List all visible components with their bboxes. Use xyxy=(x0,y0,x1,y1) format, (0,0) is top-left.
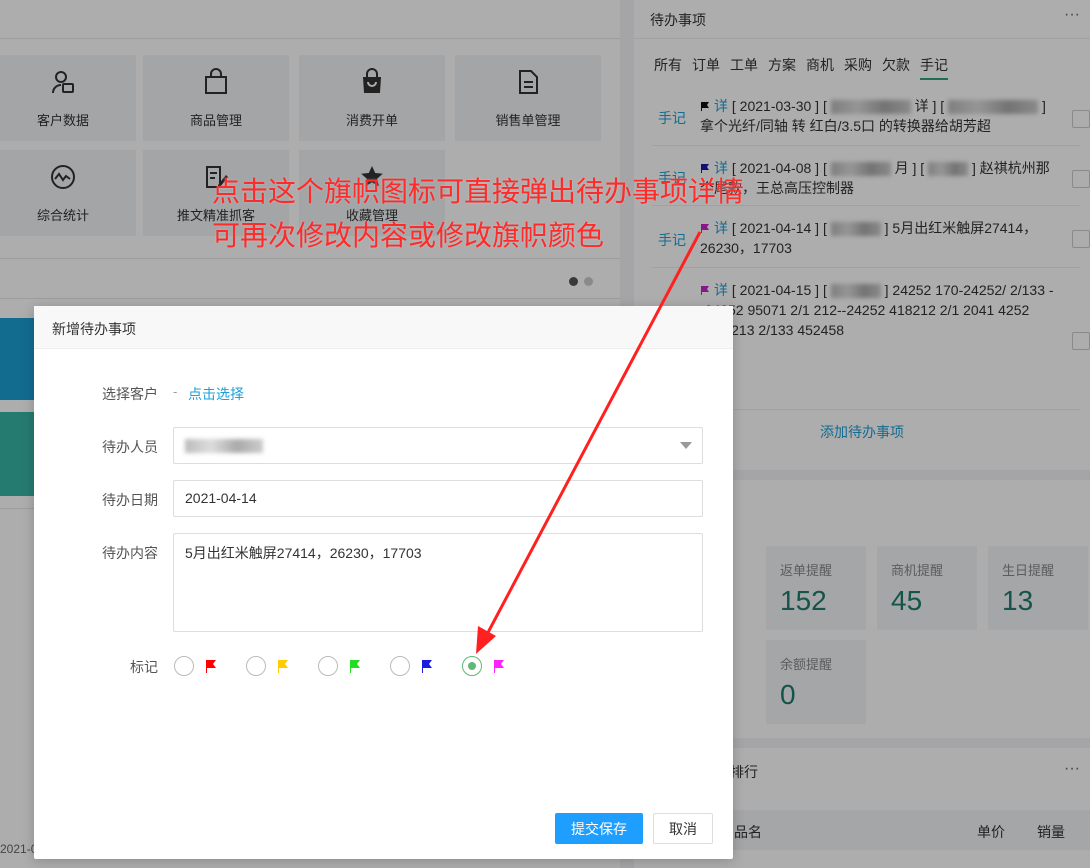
red-flag-icon xyxy=(206,660,216,673)
customer-label: 选择客户 xyxy=(102,386,158,402)
magenta-flag-icon xyxy=(494,660,504,673)
yellow-flag-icon xyxy=(278,660,288,673)
blue-flag-icon xyxy=(422,660,432,673)
radio-button[interactable] xyxy=(174,656,194,676)
date-label: 待办日期 xyxy=(102,492,158,508)
submit-save-button[interactable]: 提交保存 xyxy=(555,813,643,844)
radio-button[interactable] xyxy=(246,656,266,676)
redacted-text xyxy=(185,439,263,454)
radio-button[interactable] xyxy=(318,656,338,676)
flag-option-blue[interactable] xyxy=(390,656,434,676)
content-label: 待办内容 xyxy=(102,545,158,561)
flag-color-options xyxy=(174,656,506,676)
flag-option-yellow[interactable] xyxy=(246,656,290,676)
annotation-text: 点击这个旗帜图标可直接弹出待办事项详情 可再次修改内容或修改旗帜颜色 xyxy=(212,170,744,258)
radio-button[interactable] xyxy=(390,656,410,676)
customer-dash: - xyxy=(173,384,178,399)
person-label: 待办人员 xyxy=(102,439,158,455)
annotation-line-2: 可再次修改内容或修改旗帜颜色 xyxy=(212,220,605,251)
annotation-line-1: 点击这个旗帜图标可直接弹出待办事项详情 xyxy=(212,176,745,207)
chevron-down-icon xyxy=(680,442,692,449)
cancel-button[interactable]: 取消 xyxy=(653,813,713,844)
content-textarea[interactable]: 5月出红米触屏27414，26230，17703 xyxy=(173,533,703,632)
date-input[interactable]: 2021-04-14 xyxy=(173,480,703,517)
flag-option-magenta[interactable] xyxy=(462,656,506,676)
add-todo-modal: 新增待办事项 选择客户 - 点击选择 待办人员 待办日期 2021-04-14 … xyxy=(34,306,733,859)
modal-title: 新增待办事项 xyxy=(34,306,733,349)
radio-button-checked[interactable] xyxy=(462,656,482,676)
select-customer-link[interactable]: 点击选择 xyxy=(188,384,244,404)
green-flag-icon xyxy=(350,660,360,673)
person-select[interactable] xyxy=(173,427,703,464)
flag-option-green[interactable] xyxy=(318,656,362,676)
flag-option-red[interactable] xyxy=(174,656,218,676)
mark-label: 标记 xyxy=(130,659,158,675)
